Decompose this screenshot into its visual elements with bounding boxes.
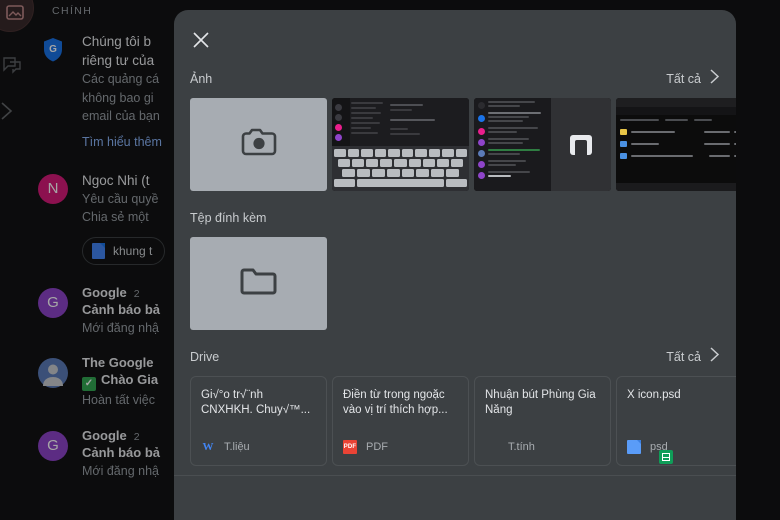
drive-file-name: Điền từ trong ngoặc vào vị trí thích hợp… bbox=[343, 389, 448, 416]
drive-file-name: Nhuận bút Phùng Gia Năng bbox=[485, 389, 596, 416]
screenshot-mail-tile[interactable] bbox=[474, 98, 611, 191]
screenshot-files-tile[interactable] bbox=[616, 98, 736, 191]
drive-strip[interactable]: Gi√°o tr√¨nh CNXHKH. Chuy√™... W T.liệu … bbox=[174, 370, 736, 466]
section-title-attachments: Tệp đính kèm bbox=[190, 211, 267, 225]
attachments-section-header: Tệp đính kèm bbox=[174, 205, 736, 231]
folder-tile[interactable] bbox=[190, 237, 327, 330]
see-all-label: Tất cả bbox=[666, 350, 701, 364]
camera-tile[interactable] bbox=[190, 98, 327, 191]
chevron-right-icon bbox=[709, 68, 720, 90]
screenshot-keyboard-tile[interactable] bbox=[332, 98, 469, 191]
word-doc-icon: W bbox=[202, 441, 214, 453]
photos-see-all-button[interactable]: Tất cả bbox=[666, 68, 720, 90]
drive-file-name: X icon.psd bbox=[627, 389, 681, 401]
see-all-label: Tất cả bbox=[666, 72, 701, 86]
drive-see-all-button[interactable]: Tất cả bbox=[666, 346, 720, 368]
sheet-header bbox=[174, 10, 736, 66]
attachment-picker-sheet: Ảnh Tất cả Tệp đính kèm Drive Tất cả Gi√… bbox=[174, 10, 736, 520]
psd-file-icon bbox=[627, 440, 641, 454]
camera-icon bbox=[240, 126, 278, 163]
screen: CHÍNH G Chúng tôi b riêng tư của Các quả… bbox=[0, 0, 780, 520]
drive-file-card[interactable]: Điền từ trong ngoặc vào vị trí thích hợp… bbox=[332, 376, 469, 466]
drive-file-name: Gi√°o tr√¨nh CNXHKH. Chuy√™... bbox=[201, 389, 311, 416]
photos-section-header: Ảnh Tất cả bbox=[174, 66, 736, 92]
pdf-icon: PDF bbox=[343, 440, 357, 454]
drive-file-card[interactable]: Gi√°o tr√¨nh CNXHKH. Chuy√™... W T.liệu bbox=[190, 376, 327, 466]
sheets-icon bbox=[659, 450, 673, 464]
drive-file-type: PDF bbox=[366, 441, 388, 453]
drive-file-type: T.liệu bbox=[224, 441, 250, 453]
sheet-footer bbox=[174, 476, 736, 516]
chevron-right-icon bbox=[709, 346, 720, 368]
section-title-drive: Drive bbox=[190, 350, 220, 364]
image-placeholder-icon bbox=[569, 134, 592, 155]
drive-section-header: Drive Tất cả bbox=[174, 344, 736, 370]
drive-file-card[interactable]: X icon.psd psd bbox=[616, 376, 736, 466]
folder-icon bbox=[239, 265, 279, 302]
drive-file-type: T.tính bbox=[508, 441, 535, 453]
section-title-photos: Ảnh bbox=[190, 72, 213, 86]
drive-file-card[interactable]: Nhuận bút Phùng Gia Năng T.tính bbox=[474, 376, 673, 466]
close-icon[interactable] bbox=[190, 29, 212, 51]
attachments-strip[interactable] bbox=[174, 231, 736, 330]
photos-strip[interactable] bbox=[174, 92, 736, 191]
